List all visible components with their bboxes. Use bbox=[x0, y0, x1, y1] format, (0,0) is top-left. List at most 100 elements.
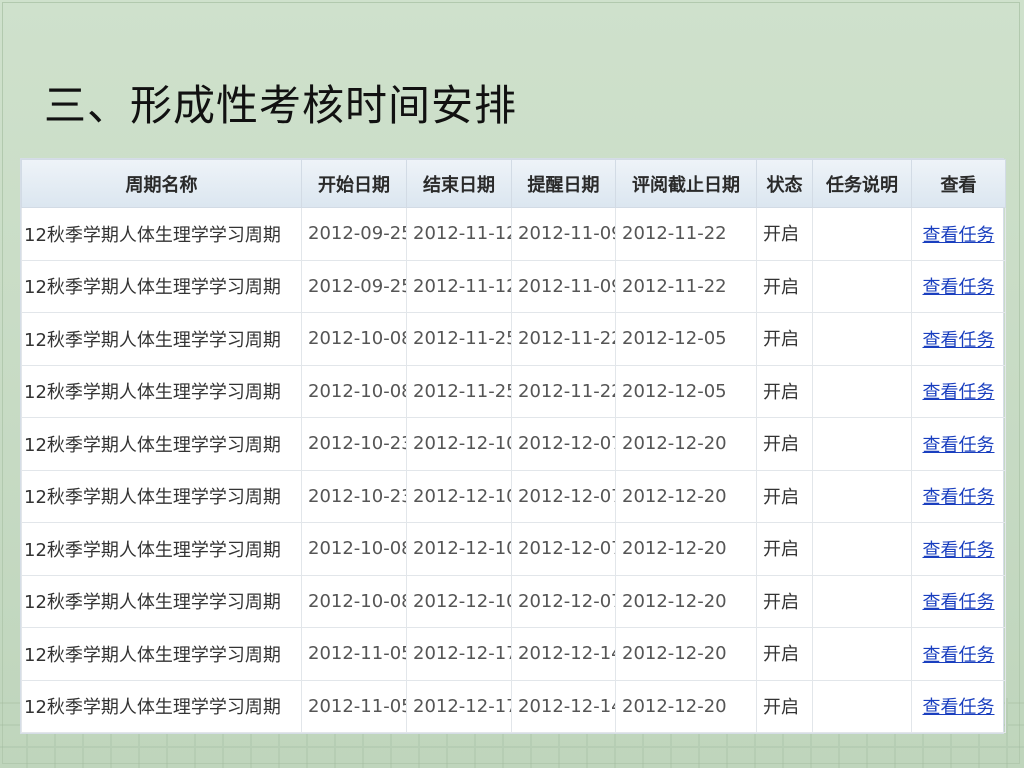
cell-task-description bbox=[812, 364, 912, 418]
cell-period-name: 12秋季学期人体生理学学习周期 bbox=[21, 417, 302, 471]
cell-end-date: 2012-11-25 bbox=[406, 312, 512, 366]
table-header: 周期名称 开始日期 结束日期 提醒日期 评阅截止日期 状态 任务说明 查看 bbox=[21, 159, 1006, 208]
cell-review-deadline: 2012-12-20 bbox=[615, 627, 757, 681]
cell-end-date: 2012-12-10 bbox=[406, 469, 512, 523]
cell-task-description bbox=[812, 207, 912, 261]
cell-end-date: 2012-12-17 bbox=[406, 627, 512, 681]
cell-view: 查看任务 bbox=[911, 312, 1006, 366]
cell-period-name: 12秋季学期人体生理学学习周期 bbox=[21, 259, 302, 313]
cell-status: 开启 bbox=[756, 312, 813, 366]
cell-review-deadline: 2012-12-20 bbox=[615, 574, 757, 628]
table-body: 12秋季学期人体生理学学习周期 2012-09-25 2012-11-12 2012-… bbox=[21, 207, 1006, 733]
cell-end-date: 2012-12-10 bbox=[406, 522, 512, 576]
view-task-link[interactable]: 查看任务 bbox=[923, 435, 995, 456]
cell-period-name: 12秋季学期人体生理学学习周期 bbox=[21, 522, 302, 576]
cell-task-description bbox=[812, 679, 912, 733]
cell-start-date: 2012-10-08 bbox=[301, 522, 407, 576]
cell-review-deadline: 2012-12-20 bbox=[615, 522, 757, 576]
cell-start-date: 2012-10-23 bbox=[301, 417, 407, 471]
cell-task-description bbox=[812, 574, 912, 628]
cell-period-name: 12秋季学期人体生理学学习周期 bbox=[21, 574, 302, 628]
cell-remind-date: 2012-11-09 bbox=[511, 207, 616, 261]
table-row: 12秋季学期人体生理学学习周期 2012-10-23 2012-12-10 2012-… bbox=[21, 469, 1006, 523]
cell-task-description bbox=[812, 312, 912, 366]
cell-task-description bbox=[812, 417, 912, 471]
cell-remind-date: 2012-12-07 bbox=[511, 469, 616, 523]
header-row: 周期名称 开始日期 结束日期 提醒日期 评阅截止日期 状态 任务说明 查看 bbox=[21, 159, 1006, 208]
cell-view: 查看任务 bbox=[911, 627, 1006, 681]
table-row: 12秋季学期人体生理学学习周期 2012-10-08 2012-12-10 2012-… bbox=[21, 522, 1006, 576]
table-row: 12秋季学期人体生理学学习周期 2012-11-05 2012-12-17 2012-… bbox=[21, 679, 1006, 733]
cell-period-name: 12秋季学期人体生理学学习周期 bbox=[21, 364, 302, 418]
cell-status: 开启 bbox=[756, 364, 813, 418]
cell-review-deadline: 2012-12-05 bbox=[615, 364, 757, 418]
cell-review-deadline: 2012-11-22 bbox=[615, 259, 757, 313]
cell-start-date: 2012-10-08 bbox=[301, 574, 407, 628]
cell-view: 查看任务 bbox=[911, 364, 1006, 418]
cell-review-deadline: 2012-12-20 bbox=[615, 469, 757, 523]
table-row: 12秋季学期人体生理学学习周期 2012-10-08 2012-11-25 2012-… bbox=[21, 364, 1006, 418]
cell-view: 查看任务 bbox=[911, 207, 1006, 261]
cell-review-deadline: 2012-12-20 bbox=[615, 679, 757, 733]
view-task-link[interactable]: 查看任务 bbox=[923, 592, 995, 613]
header-start-date: 开始日期 bbox=[301, 159, 407, 208]
header-review-deadline: 评阅截止日期 bbox=[615, 159, 757, 208]
cell-end-date: 2012-11-12 bbox=[406, 259, 512, 313]
cell-remind-date: 2012-11-22 bbox=[511, 364, 616, 418]
cell-start-date: 2012-09-25 bbox=[301, 259, 407, 313]
cell-remind-date: 2012-12-07 bbox=[511, 417, 616, 471]
cell-status: 开启 bbox=[756, 417, 813, 471]
cell-end-date: 2012-11-25 bbox=[406, 364, 512, 418]
cell-remind-date: 2012-11-09 bbox=[511, 259, 616, 313]
table-row: 12秋季学期人体生理学学习周期 2012-10-08 2012-12-10 2012-… bbox=[21, 574, 1006, 628]
header-period-name: 周期名称 bbox=[21, 159, 302, 208]
view-task-link[interactable]: 查看任务 bbox=[923, 697, 995, 718]
cell-view: 查看任务 bbox=[911, 469, 1006, 523]
header-view: 查看 bbox=[911, 159, 1006, 208]
cell-end-date: 2012-11-12 bbox=[406, 207, 512, 261]
header-task-description: 任务说明 bbox=[812, 159, 912, 208]
cell-start-date: 2012-10-23 bbox=[301, 469, 407, 523]
cell-start-date: 2012-09-25 bbox=[301, 207, 407, 261]
header-remind-date: 提醒日期 bbox=[511, 159, 616, 208]
cell-review-deadline: 2012-11-22 bbox=[615, 207, 757, 261]
header-end-date: 结束日期 bbox=[406, 159, 512, 208]
cell-period-name: 12秋季学期人体生理学学习周期 bbox=[21, 207, 302, 261]
cell-status: 开启 bbox=[756, 627, 813, 681]
cell-task-description bbox=[812, 627, 912, 681]
view-task-link[interactable]: 查看任务 bbox=[923, 487, 995, 508]
table-row: 12秋季学期人体生理学学习周期 2012-10-08 2012-11-25 2012-… bbox=[21, 312, 1006, 366]
cell-start-date: 2012-10-08 bbox=[301, 312, 407, 366]
cell-status: 开启 bbox=[756, 207, 813, 261]
cell-status: 开启 bbox=[756, 574, 813, 628]
cell-view: 查看任务 bbox=[911, 417, 1006, 471]
view-task-link[interactable]: 查看任务 bbox=[923, 225, 995, 246]
cell-period-name: 12秋季学期人体生理学学习周期 bbox=[21, 469, 302, 523]
header-status: 状态 bbox=[756, 159, 813, 208]
cell-view: 查看任务 bbox=[911, 259, 1006, 313]
cell-period-name: 12秋季学期人体生理学学习周期 bbox=[21, 679, 302, 733]
slide-title: 三、形成性考核时间安排 bbox=[44, 81, 518, 130]
cell-remind-date: 2012-12-14 bbox=[511, 627, 616, 681]
view-task-link[interactable]: 查看任务 bbox=[923, 382, 995, 403]
cell-view: 查看任务 bbox=[911, 679, 1006, 733]
table-row: 12秋季学期人体生理学学习周期 2012-11-05 2012-12-17 2012-… bbox=[21, 627, 1006, 681]
cell-end-date: 2012-12-17 bbox=[406, 679, 512, 733]
schedule-table-container: 周期名称 开始日期 结束日期 提醒日期 评阅截止日期 状态 任务说明 查看 12… bbox=[20, 158, 1006, 734]
cell-period-name: 12秋季学期人体生理学学习周期 bbox=[21, 312, 302, 366]
view-task-link[interactable]: 查看任务 bbox=[923, 277, 995, 298]
cell-remind-date: 2012-12-07 bbox=[511, 522, 616, 576]
view-task-link[interactable]: 查看任务 bbox=[923, 645, 995, 666]
cell-review-deadline: 2012-12-05 bbox=[615, 312, 757, 366]
cell-review-deadline: 2012-12-20 bbox=[615, 417, 757, 471]
cell-task-description bbox=[812, 469, 912, 523]
cell-start-date: 2012-11-05 bbox=[301, 627, 407, 681]
cell-remind-date: 2012-11-22 bbox=[511, 312, 616, 366]
cell-start-date: 2012-10-08 bbox=[301, 364, 407, 418]
view-task-link[interactable]: 查看任务 bbox=[923, 540, 995, 561]
cell-status: 开启 bbox=[756, 259, 813, 313]
cell-remind-date: 2012-12-07 bbox=[511, 574, 616, 628]
cell-period-name: 12秋季学期人体生理学学习周期 bbox=[21, 627, 302, 681]
view-task-link[interactable]: 查看任务 bbox=[923, 330, 995, 351]
cell-status: 开启 bbox=[756, 469, 813, 523]
